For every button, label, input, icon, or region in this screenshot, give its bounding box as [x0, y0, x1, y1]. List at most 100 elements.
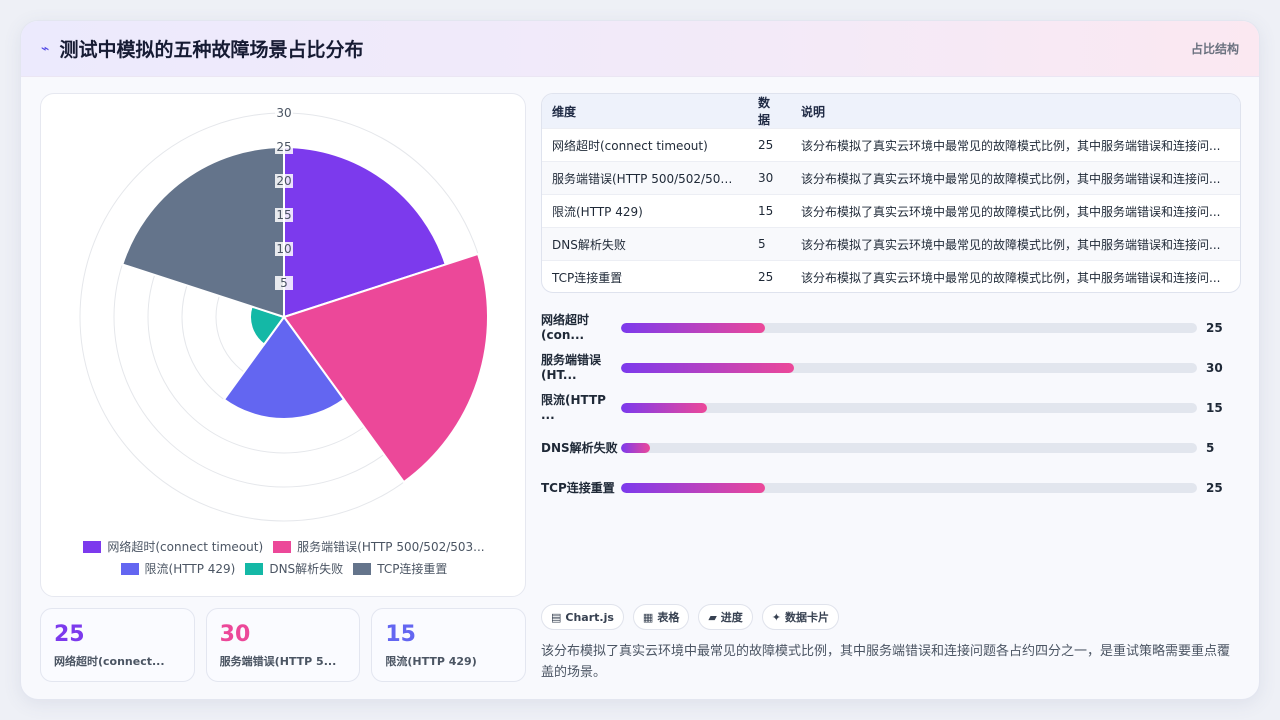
progress-track [621, 323, 1197, 333]
tech-chips: ▤ Chart.js ▦ 表格 ▰ 进度 ✦ 数据卡片 [541, 604, 840, 630]
chip[interactable]: ▤ Chart.js [541, 604, 624, 630]
chart-legend: 网络超时(connect timeout) 服务端错误(HTTP 500/502/… [41, 536, 527, 580]
table-cell-name: 网络超时(connect timeout) [542, 128, 748, 162]
table-cell-note: 该分布模拟了真实云环境中最常见的故障模式比例，其中服务端错误和连接问... [791, 194, 1240, 228]
progress-fill [621, 403, 708, 413]
legend-item[interactable]: 网络超时(connect timeout) [83, 536, 263, 558]
table-cell-note: 该分布模拟了真实云环境中最常见的故障模式比例，其中服务端错误和连接问... [791, 128, 1240, 162]
table-row: DNS解析失败 5 该分布模拟了真实云环境中最常见的故障模式比例，其中服务端错误和连… [542, 227, 1240, 261]
header: ⌁ 测试中模拟的五种故障场景占比分布 占比结构 [21, 21, 1259, 77]
table-row: TCP连接重置 25 该分布模拟了真实云环境中最常见的故障模式比例，其中服务端错误和… [542, 260, 1240, 292]
col-header-dimension: 维度 [552, 104, 577, 119]
progress-row: TCP连接重置 25 [541, 473, 1241, 503]
table-cell-name: 服务端错误(HTTP 500/502/503... [542, 161, 748, 195]
kpi-cards: 25 网络超时(connect... 30 服务端错误(HTTP 5... 15 限流(H… [40, 608, 527, 682]
chip[interactable]: ▦ 表格 [632, 604, 690, 630]
progress-fill [621, 443, 650, 453]
legend-item[interactable]: 服务端错误(HTTP 500/502/503... [273, 536, 485, 558]
legend-label: DNS解析失败 [269, 562, 344, 576]
legend-swatch [83, 541, 102, 553]
progress-row: 网络超时(con... 25 [541, 313, 1241, 343]
progress-track [621, 443, 1197, 453]
polar-sector [121, 145, 285, 319]
kpi-card: 25 网络超时(connect... [40, 608, 195, 682]
description: 该分布模拟了真实云环境中最常见的故障模式比例，其中服务端错误和连接问题各占约四分… [541, 644, 1231, 680]
table-cell-value: 30 [748, 161, 791, 195]
progress-row: 服务端错误(HT... 30 [541, 353, 1241, 383]
page-title: 测试中模拟的五种故障场景占比分布 [59, 39, 364, 61]
progress-label: DNS解析失败 [541, 440, 618, 455]
table-cell-name: 限流(HTTP 429) [542, 194, 748, 228]
legend-swatch [245, 563, 264, 575]
progress-value: 30 [1206, 361, 1223, 375]
progress-track [621, 363, 1197, 373]
table-cell-value: 25 [748, 260, 791, 292]
legend-label: 网络超时(connect timeout) [107, 540, 264, 554]
kpi-card: 15 限流(HTTP 429) [371, 608, 527, 682]
progress-row: DNS解析失败 5 [541, 433, 1241, 463]
dashboard-card: ⌁ 测试中模拟的五种故障场景占比分布 占比结构 5 10 15 20 25 30 网络超时… [20, 20, 1260, 700]
table-cell-value: 5 [748, 227, 791, 261]
chip-label: 表格 [657, 611, 680, 624]
legend-label: 限流(HTTP 429) [144, 562, 236, 576]
pulse-icon: ⌁ [41, 40, 50, 57]
chip-icon: ▰ [708, 610, 717, 624]
progress-value: 15 [1206, 401, 1223, 415]
r-tick-label: 20 [276, 174, 291, 188]
chip[interactable]: ▰ 进度 [698, 604, 753, 630]
progress-fill [621, 323, 765, 333]
table-cell-value: 25 [748, 128, 791, 162]
r-tick-label: 30 [276, 106, 291, 120]
chip-icon: ▦ [642, 610, 654, 624]
legend-item[interactable]: 限流(HTTP 429) [120, 558, 236, 580]
kpi-value: 30 [219, 622, 251, 647]
kpi-card: 30 服务端错误(HTTP 5... [205, 608, 361, 682]
progress-label: TCP连接重置 [541, 480, 615, 495]
legend-item[interactable]: DNS解析失败 [245, 558, 343, 580]
chip-label: Chart.js [565, 610, 614, 624]
table-cell-note: 该分布模拟了真实云环境中最常见的故障模式比例，其中服务端错误和连接问... [791, 161, 1240, 195]
data-table: 维度 数据 说明 网络超时(connect timeout) 25 该分布模拟了真实… [541, 93, 1241, 293]
table-cell-note: 该分布模拟了真实云环境中最常见的故障模式比例，其中服务端错误和连接问... [791, 260, 1240, 292]
polar-chart-panel: 5 10 15 20 25 30 网络超时(connect timeout) 服务端错误(H… [40, 93, 526, 597]
chip-label: 进度 [720, 611, 743, 624]
legend-label: TCP连接重置 [377, 562, 448, 576]
legend-swatch [120, 563, 139, 575]
r-tick-label: 5 [280, 276, 288, 290]
progress-fill [621, 483, 765, 493]
legend-label: 服务端错误(HTTP 500/502/503... [297, 540, 485, 554]
table-header-row: 维度 数据 说明 [542, 94, 1240, 129]
progress-label: 服务端错误(HT... [541, 353, 602, 382]
chip[interactable]: ✦ 数据卡片 [761, 604, 840, 630]
header-tag: 占比结构 [1190, 42, 1239, 56]
table-row: 网络超时(connect timeout) 25 该分布模拟了真实云环境中最常见的故… [542, 128, 1240, 162]
r-tick-label: 10 [276, 242, 291, 256]
table-cell-value: 15 [748, 194, 791, 228]
progress-value: 25 [1206, 321, 1223, 335]
progress-track [621, 403, 1197, 413]
chip-label: 数据卡片 [785, 611, 830, 624]
r-tick-label: 15 [276, 208, 291, 222]
polar-area-chart: 5 10 15 20 25 30 [79, 106, 489, 522]
progress-fill [621, 363, 794, 373]
table-row: 服务端错误(HTTP 500/502/503... 30 该分布模拟了真实云环境中最… [542, 161, 1240, 195]
table-cell-name: DNS解析失败 [542, 227, 748, 261]
legend-item[interactable]: TCP连接重置 [353, 558, 447, 580]
kpi-label: 服务端错误(HTTP 5... [219, 655, 337, 668]
table-cell-name: TCP连接重置 [542, 260, 748, 292]
chip-icon: ✦ [771, 610, 782, 624]
table-cell-note: 该分布模拟了真实云环境中最常见的故障模式比例，其中服务端错误和连接问... [791, 227, 1240, 261]
progress-row: 限流(HTTP ... 15 [541, 393, 1241, 423]
legend-swatch [353, 563, 372, 575]
progress-label: 限流(HTTP ... [541, 393, 606, 422]
r-tick-label: 25 [276, 140, 291, 154]
table-row: 限流(HTTP 429) 15 该分布模拟了真实云环境中最常见的故障模式比例，其中服… [542, 194, 1240, 228]
col-header-value: 数据 [758, 96, 771, 127]
kpi-value: 25 [54, 622, 85, 647]
kpi-label: 网络超时(connect... [54, 655, 165, 668]
kpi-label: 限流(HTTP 429) [385, 655, 477, 668]
progress-value: 5 [1206, 441, 1215, 455]
legend-swatch [273, 541, 292, 553]
progress-value: 25 [1206, 481, 1223, 495]
progress-label: 网络超时(con... [541, 313, 590, 342]
